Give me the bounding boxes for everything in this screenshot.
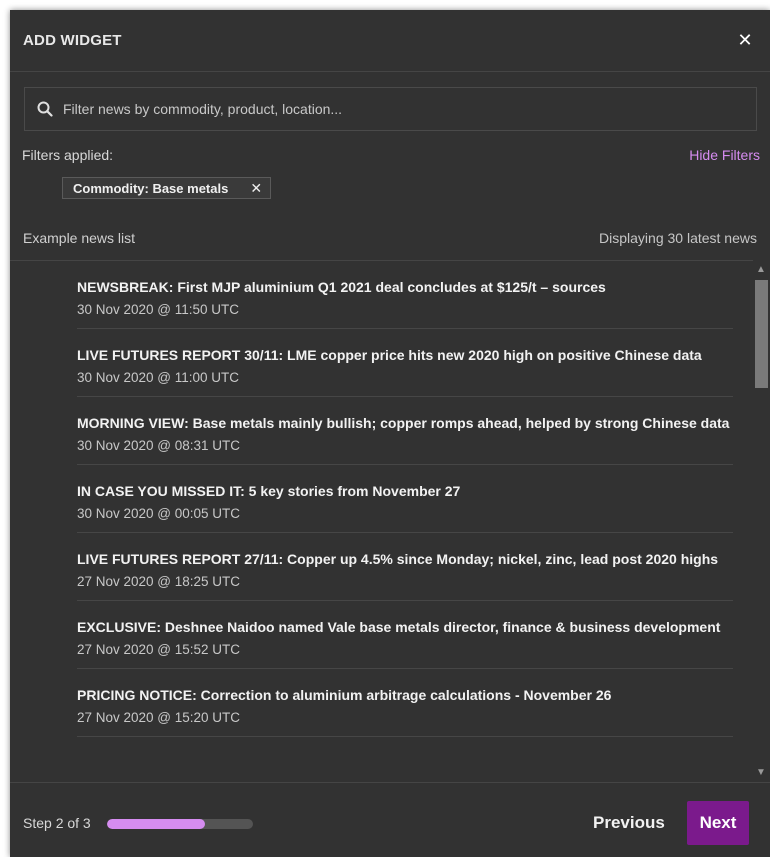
- chevron-down-icon[interactable]: ▼: [756, 767, 766, 778]
- news-list-label: Example news list: [23, 230, 136, 246]
- news-date: 30 Nov 2020 @ 11:50 UTC: [77, 302, 240, 317]
- close-icon[interactable]: ✕: [734, 30, 756, 52]
- list-item[interactable]: LIVE FUTURES REPORT 27/11: Copper up 4.5…: [77, 533, 733, 601]
- dialog-title: ADD WIDGET: [23, 32, 122, 49]
- news-date: 30 Nov 2020 @ 08:31 UTC: [77, 438, 241, 453]
- news-list[interactable]: NEWSBREAK: First MJP aluminium Q1 2021 d…: [10, 260, 770, 783]
- close-icon[interactable]: ✕: [250, 180, 262, 197]
- news-list-inner: NEWSBREAK: First MJP aluminium Q1 2021 d…: [10, 261, 752, 737]
- filter-chip: Commodity: Base metals ✕: [62, 177, 272, 199]
- news-headline: LIVE FUTURES REPORT 30/11: LME copper pr…: [77, 347, 702, 363]
- news-date: 30 Nov 2020 @ 00:05 UTC: [77, 506, 241, 521]
- news-headline: NEWSBREAK: First MJP aluminium Q1 2021 d…: [77, 279, 606, 295]
- news-count-label: Displaying 30 latest news: [599, 230, 757, 246]
- next-button[interactable]: Next: [687, 801, 749, 845]
- news-list-scrollbar[interactable]: ▲ ▼: [753, 260, 770, 782]
- news-headline: EXCLUSIVE: Deshnee Naidoo named Vale bas…: [77, 619, 721, 635]
- filter-chip-label: Commodity: Base metals: [73, 180, 229, 196]
- search-icon: [37, 101, 53, 117]
- news-headline: MORNING VIEW: Base metals mainly bullish…: [77, 415, 730, 431]
- list-item[interactable]: LIVE FUTURES REPORT 30/11: LME copper pr…: [77, 329, 733, 397]
- list-item[interactable]: EXCLUSIVE: Deshnee Naidoo named Vale bas…: [77, 601, 733, 669]
- news-headline: LIVE FUTURES REPORT 27/11: Copper up 4.5…: [77, 551, 719, 567]
- scrollbar-thumb[interactable]: [755, 280, 768, 388]
- news-headline: PRICING NOTICE: Correction to aluminium …: [77, 687, 612, 703]
- previous-button[interactable]: Previous: [593, 813, 665, 833]
- search-input[interactable]: [61, 100, 756, 118]
- filters-applied-label: Filters applied:: [22, 147, 114, 163]
- news-date: 27 Nov 2020 @ 18:25 UTC: [77, 574, 241, 589]
- list-item[interactable]: PRICING NOTICE: Correction to aluminium …: [77, 669, 733, 737]
- list-item[interactable]: NEWSBREAK: First MJP aluminium Q1 2021 d…: [77, 261, 733, 329]
- dialog-header: ADD WIDGET ✕: [10, 10, 770, 72]
- search-field[interactable]: [24, 87, 757, 131]
- list-item[interactable]: MORNING VIEW: Base metals mainly bullish…: [77, 397, 733, 465]
- step-label: Step 2 of 3: [23, 815, 91, 831]
- step-progress-bar: [107, 819, 253, 829]
- step-progress-fill: [107, 819, 205, 829]
- add-widget-dialog: ADD WIDGET ✕ Filters applied: Hide Filte…: [10, 10, 770, 857]
- hide-filters-link[interactable]: Hide Filters: [689, 147, 760, 163]
- list-item[interactable]: IN CASE YOU MISSED IT: 5 key stories fro…: [77, 465, 733, 533]
- news-date: 27 Nov 2020 @ 15:52 UTC: [77, 642, 241, 657]
- news-date: 30 Nov 2020 @ 11:00 UTC: [77, 370, 240, 385]
- news-headline: IN CASE YOU MISSED IT: 5 key stories fro…: [77, 483, 461, 499]
- chevron-up-icon[interactable]: ▲: [756, 264, 766, 275]
- news-date: 27 Nov 2020 @ 15:20 UTC: [77, 710, 241, 725]
- dialog-footer: Step 2 of 3 Previous Next: [10, 782, 770, 857]
